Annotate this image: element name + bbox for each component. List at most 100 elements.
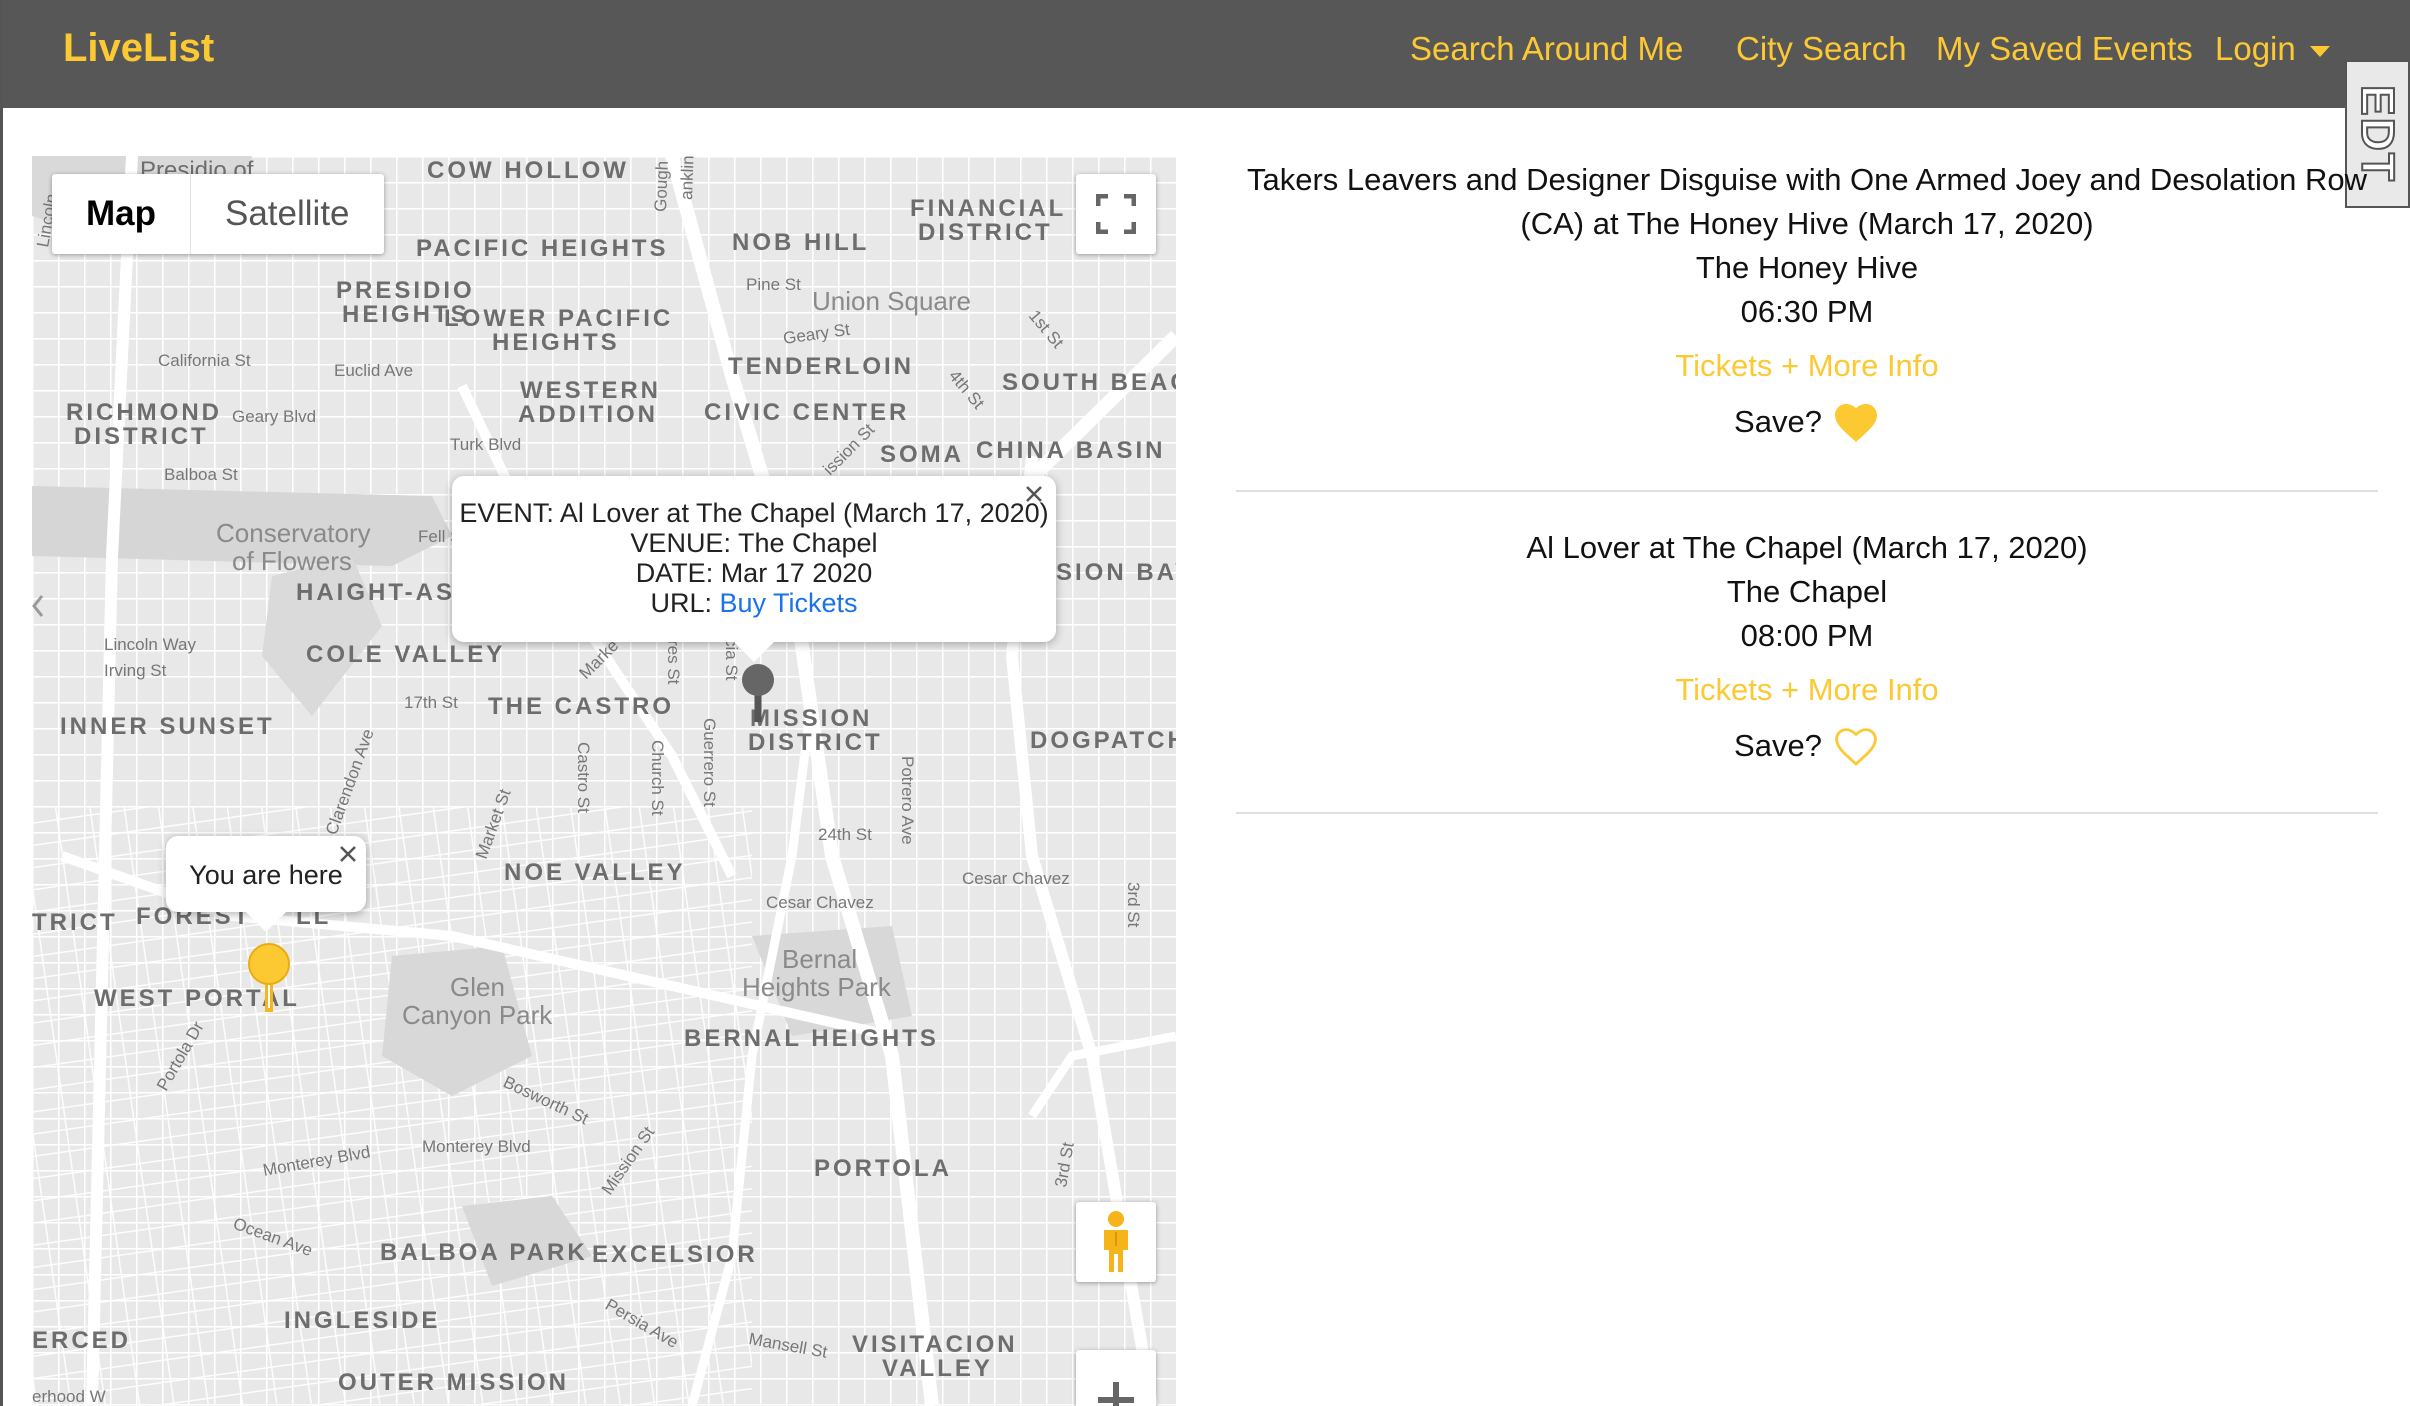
street-label: Pine St <box>746 275 801 294</box>
info-window-close-button[interactable] <box>1018 478 1050 510</box>
tickets-more-info-link[interactable]: Tickets + More Info <box>1675 348 1938 384</box>
nav-search-around-me[interactable]: Search Around Me <box>1410 30 1683 68</box>
map-label: EXCELSIOR <box>592 1241 758 1268</box>
map-label: WESTERN <box>520 377 661 404</box>
map-label: Conservatory <box>216 518 371 548</box>
map-view[interactable]: Presidio of COW HOLLOW FINANCIAL DISTRIC… <box>32 156 1176 1406</box>
street-label: Monterey Blvd <box>422 1137 531 1156</box>
brand-logo[interactable]: LiveList <box>63 26 214 71</box>
map-canvas[interactable]: Presidio of COW HOLLOW FINANCIAL DISTRIC… <box>32 156 1176 1406</box>
heart-outline-icon[interactable] <box>1832 724 1880 768</box>
user-info-close-button[interactable] <box>332 838 364 870</box>
street-label: Balboa St <box>164 465 238 484</box>
info-event-line: EVENT: Al Lover at The Chapel (March 17,… <box>459 498 1049 528</box>
info-window-tail <box>246 912 286 932</box>
event-time: 08:00 PM <box>1740 618 1874 653</box>
map-label: NOB HILL <box>732 229 869 256</box>
nav-city-search[interactable]: City Search <box>1736 30 1907 68</box>
map-label: LOWER PACIFIC <box>444 305 673 332</box>
map-label: NOE VALLEY <box>504 859 686 886</box>
user-location-pin-icon[interactable] <box>246 942 292 1014</box>
street-label: 24th St <box>818 825 872 844</box>
close-icon <box>1026 486 1042 502</box>
street-label: Guerrero St <box>700 718 719 807</box>
map-label: DISTRICT <box>74 423 209 450</box>
user-info-window: You are here <box>166 836 366 932</box>
event-venue: The Honey Hive <box>1695 250 1919 285</box>
event-title: Al Lover at The Chapel (March 17, 2020) <box>1526 530 2088 565</box>
map-label: VISITACION <box>852 1331 1018 1358</box>
map-label: INGLESIDE <box>284 1307 440 1334</box>
tickets-more-info-link[interactable]: Tickets + More Info <box>1675 672 1938 708</box>
nav-login-label: Login <box>2215 30 2296 67</box>
street-label: 17th St <box>404 693 458 712</box>
event-info-content: EVENT: Al Lover at The Chapel (March 17,… <box>452 498 1056 618</box>
map-label: THE CASTRO <box>488 693 674 720</box>
save-row: Save? <box>1734 400 1880 444</box>
map-label: of Flowers <box>232 546 352 576</box>
map-label: PRESIDIO <box>336 277 475 304</box>
info-url-prefix: URL: <box>650 588 712 618</box>
navbar: LiveList Search Around Me City Search My… <box>0 0 2410 108</box>
event-info-window: EVENT: Al Lover at The Chapel (March 17,… <box>452 476 1056 662</box>
street-view-button[interactable] <box>1076 1202 1156 1282</box>
street-label: Gough St <box>651 156 673 212</box>
events-list: Takers Leavers and Designer Disguise wit… <box>1236 156 2378 814</box>
map-label: HAIGHT-AS <box>296 579 455 606</box>
map-label: Bernal <box>782 944 857 974</box>
map-label: INNER SUNSET <box>60 713 275 740</box>
map-label: BALBOA PARK <box>380 1239 588 1266</box>
street-label: erhood W <box>32 1387 106 1406</box>
map-label: VALLEY <box>882 1355 993 1382</box>
map-label: Canyon Park <box>402 1000 553 1030</box>
event-card: Takers Leavers and Designer Disguise wit… <box>1236 156 2378 492</box>
street-label: Lincoln Way <box>104 635 196 654</box>
map-label: DISTRICT <box>748 729 883 756</box>
map-label: SOMA <box>880 441 964 468</box>
map-type-control: Map Satellite <box>52 174 384 254</box>
street-label: California St <box>158 351 251 370</box>
map-label: SION BAY <box>1056 559 1176 586</box>
fullscreen-button[interactable] <box>1076 174 1156 254</box>
map-label: BERNAL HEIGHTS <box>684 1025 939 1052</box>
event-venue: The Chapel <box>1726 574 1888 609</box>
map-label: DOGPATCH <box>1030 727 1176 754</box>
event-marker-pin-icon[interactable] <box>738 662 778 724</box>
zoom-in-icon <box>1098 1382 1134 1406</box>
save-label: Save? <box>1734 404 1822 439</box>
map-label: Union Square <box>812 286 971 316</box>
map-label: RICHMOND <box>66 399 222 426</box>
save-label: Save? <box>1734 728 1822 763</box>
street-label: Euclid Ave <box>334 361 413 380</box>
street-label: Geary Blvd <box>232 407 316 426</box>
save-row: Save? <box>1734 724 1880 768</box>
map-label: Glen <box>450 972 505 1002</box>
pegman-icon <box>1104 1211 1128 1272</box>
info-venue-line: VENUE: The Chapel <box>630 528 878 558</box>
map-label: CHINA BASIN <box>976 437 1165 464</box>
fullscreen-icon <box>1096 194 1136 234</box>
event-time: 06:30 PM <box>1740 294 1874 329</box>
street-label: Church St <box>648 740 667 816</box>
event-card: Al Lover at The Chapel (March 17, 2020) … <box>1236 492 2378 814</box>
map-label: FINANCIAL <box>910 195 1066 222</box>
map-label: TRICT <box>32 909 118 936</box>
buy-tickets-link[interactable]: Buy Tickets <box>719 588 857 618</box>
zoom-in-button[interactable] <box>1076 1350 1156 1406</box>
street-label: res St <box>664 640 683 685</box>
map-type-satellite-button[interactable]: Satellite <box>191 174 384 254</box>
map-label: ADDITION <box>518 401 658 428</box>
map-type-map-button[interactable]: Map <box>52 174 191 254</box>
info-date-line: DATE: Mar 17 2020 <box>635 558 873 588</box>
heart-filled-icon[interactable] <box>1832 400 1880 444</box>
map-label: Heights Park <box>742 972 892 1002</box>
info-url-line: URL: Buy Tickets <box>452 588 1056 618</box>
event-title: Takers Leavers and Designer Disguise wit… <box>1246 162 2367 241</box>
nav-login-dropdown[interactable]: Login <box>2215 30 2330 68</box>
map-label: OUTER MISSION <box>338 1369 569 1396</box>
map-label: SOUTH BEAC <box>1002 369 1176 396</box>
street-label: Turk Blvd <box>450 435 521 454</box>
street-label: Potrero Ave <box>898 756 917 845</box>
nav-my-saved-events[interactable]: My Saved Events <box>1936 30 2193 68</box>
info-window-tail <box>734 642 774 662</box>
